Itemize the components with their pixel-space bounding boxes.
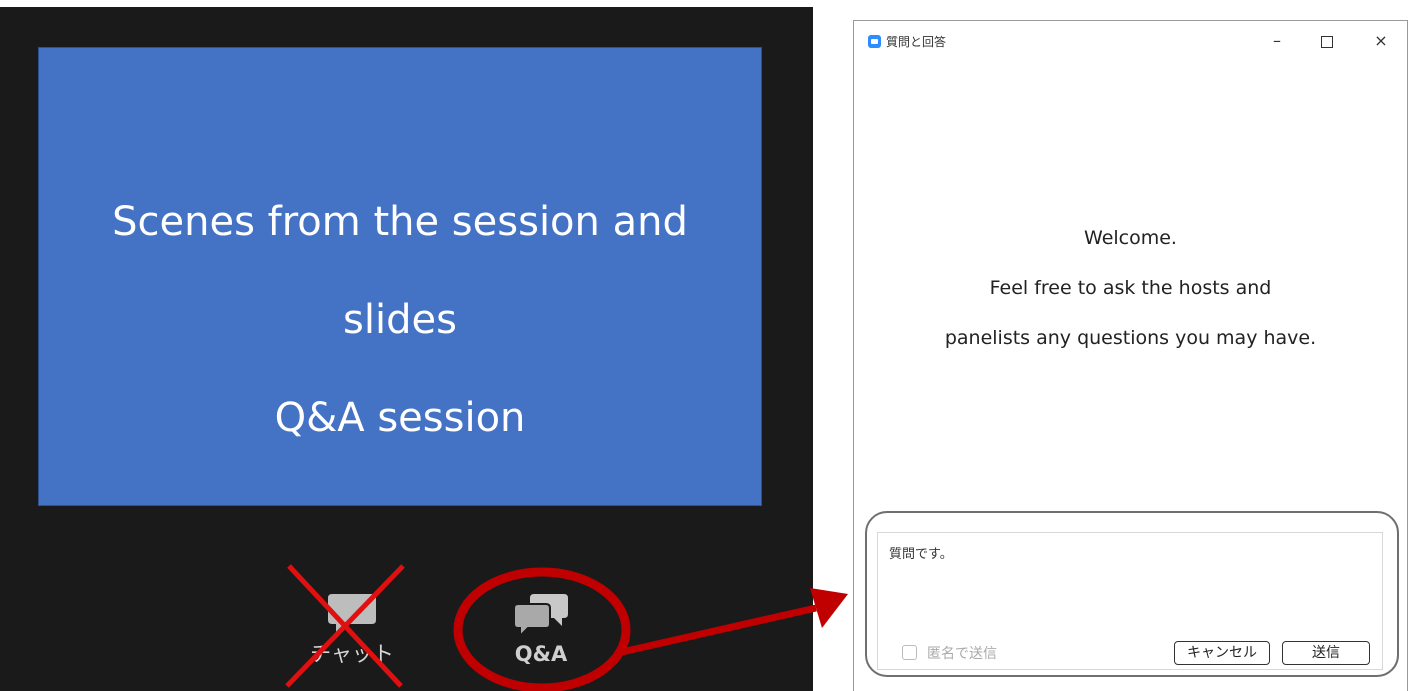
- anonymous-label: 匿名で送信: [927, 646, 997, 662]
- zoom-app-icon: [868, 35, 881, 48]
- window-title: 質問と回答: [886, 35, 947, 49]
- pointer-arrow: [621, 588, 848, 656]
- welcome-line-1: Welcome.: [1084, 227, 1177, 249]
- cross-out-mark: [285, 564, 405, 688]
- slide-line-2: slides: [343, 297, 457, 343]
- maximize-button[interactable]: [1314, 29, 1340, 53]
- cancel-button[interactable]: キャンセル: [1174, 641, 1270, 665]
- qa-window: 質問と回答 – × Welcome. Feel free to ask the …: [853, 20, 1408, 691]
- welcome-line-3: panelists any questions you may have.: [944, 327, 1317, 349]
- window-titlebar: 質問と回答 – ×: [854, 21, 1407, 61]
- highlight-oval: [453, 567, 631, 691]
- send-button[interactable]: 送信: [1282, 641, 1370, 665]
- slide-line-3: Q&A session: [274, 395, 526, 441]
- shared-slide: Scenes from the session and slides Q&A s…: [38, 47, 762, 506]
- welcome-line-2: Feel free to ask the hosts and: [989, 277, 1272, 299]
- welcome-message: Welcome. Feel free to ask the hosts and …: [854, 213, 1407, 363]
- checkbox-icon: [902, 645, 917, 660]
- close-button[interactable]: ×: [1368, 29, 1394, 53]
- question-input-value: 質問です。: [889, 547, 953, 562]
- minimize-button[interactable]: –: [1264, 29, 1290, 53]
- slide-line-1: Scenes from the session and: [112, 199, 688, 245]
- anonymous-checkbox[interactable]: 匿名で送信: [902, 643, 997, 663]
- maximize-icon: [1321, 35, 1333, 48]
